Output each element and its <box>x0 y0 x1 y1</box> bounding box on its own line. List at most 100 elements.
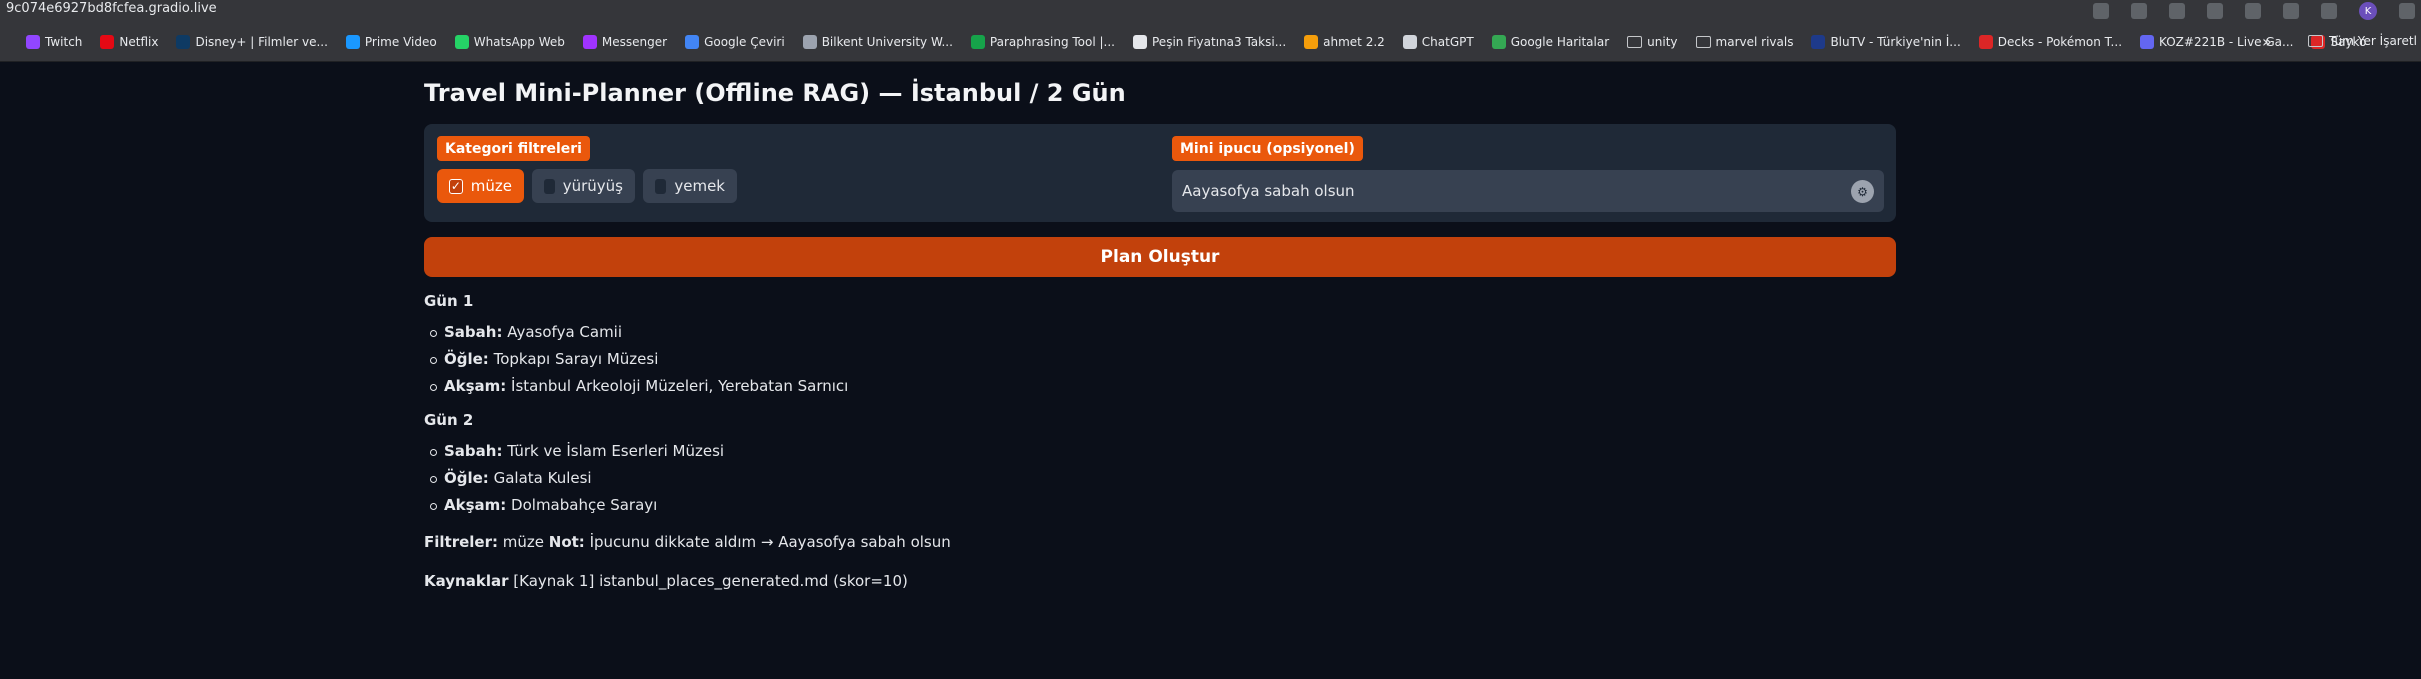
time-slot: Sabah: <box>444 442 503 460</box>
bookmark-label: Prime Video <box>364 34 437 49</box>
browser-address-bar[interactable]: 9c074e6927bd8fcfea.gradio.live K <box>0 0 2421 22</box>
hint-input[interactable]: Aayasofya sabah olsun ⚙ <box>1172 170 1884 212</box>
note-text: İpucunu dikkate aldım → Aayasofya sabah … <box>589 533 951 551</box>
favicon-icon <box>1402 34 1417 49</box>
plan-create-button[interactable]: Plan Oluştur <box>424 237 1896 277</box>
bookmark-item[interactable]: BluTV - Türkiye'nin İ... <box>1811 34 1961 49</box>
menu-icon[interactable] <box>2399 3 2415 19</box>
list-item: Öğle: Topkapı Sarayı Müzesi <box>430 346 1896 373</box>
bookmark-label: KOZ#221B - Live Ga... <box>2159 34 2294 49</box>
url-text[interactable]: 9c074e6927bd8fcfea.gradio.live <box>6 1 217 16</box>
all-bookmarks-label: Tüm Yer İşaretl <box>2329 34 2417 48</box>
favicon-icon <box>345 34 360 49</box>
bookmark-item[interactable]: Twitch <box>26 34 83 49</box>
bookmark-label: Decks - Pokémon T... <box>1997 34 2123 49</box>
favicon-icon <box>1491 34 1506 49</box>
favicon-icon <box>970 34 985 49</box>
hint-input-value: Aayasofya sabah olsun <box>1182 182 1355 200</box>
bookmark-item[interactable]: Messenger <box>582 34 668 49</box>
bookmark-label: Netflix <box>119 34 159 49</box>
favicon-icon <box>176 34 191 49</box>
hint-label: Mini ipucu (opsiyonel) <box>1172 136 1363 161</box>
bookmark-item[interactable]: ahmet 2.2 <box>1304 34 1385 49</box>
favicon-icon <box>26 34 40 49</box>
time-slot: Sabah: <box>444 323 503 341</box>
robot-icon[interactable]: ⚙ <box>1851 180 1874 203</box>
place-name: Türk ve İslam Eserleri Müzesi <box>507 442 725 460</box>
place-name: Dolmabahçe Sarayı <box>511 496 658 514</box>
filter-checkbox-yemek[interactable]: yemek <box>643 169 737 203</box>
bookmark-item[interactable]: marvel rivals <box>1695 34 1794 49</box>
puzzle-icon[interactable] <box>2283 3 2299 19</box>
folder-icon <box>1695 35 1711 48</box>
favicon-icon <box>1133 34 1147 49</box>
bookmark-label: Google Çeviri <box>704 34 785 49</box>
bookmark-item[interactable]: Disney+ | Filmler ve... <box>176 34 328 49</box>
bookmark-label: WhatsApp Web <box>473 34 565 49</box>
folder-icon <box>1627 35 1643 48</box>
star-icon[interactable] <box>2131 3 2147 19</box>
bookmark-item[interactable]: ChatGPT <box>1402 34 1474 49</box>
profile-avatar[interactable]: K <box>2359 2 2377 20</box>
checkbox-icon <box>655 178 667 194</box>
sources-label: Kaynaklar <box>424 572 509 590</box>
bookmark-item[interactable]: WhatsApp Web <box>454 34 565 49</box>
time-slot: Akşam: <box>444 377 507 395</box>
list-item: Sabah: Ayasofya Camii <box>430 319 1896 346</box>
translate-icon[interactable] <box>2093 3 2109 19</box>
day-1-list: Sabah: Ayasofya Camii Öğle: Topkapı Sara… <box>424 319 1896 400</box>
bookmark-item[interactable]: Prime Video <box>345 34 437 49</box>
bookmark-item[interactable]: Bilkent University W... <box>802 34 953 49</box>
time-slot: Öğle: <box>444 469 489 487</box>
extension-icon[interactable] <box>2207 3 2223 19</box>
browser-toolbar-icons: K <box>2093 0 2421 22</box>
favicon-icon <box>802 34 817 49</box>
bookmark-label: ChatGPT <box>1421 34 1474 49</box>
bookmark-item[interactable]: Netflix <box>100 34 159 49</box>
filter-checkbox-yuruyus[interactable]: yürüyüş <box>532 169 635 203</box>
bookmark-label: Twitch <box>45 34 83 49</box>
favicon-icon <box>1978 34 1993 49</box>
list-item: Akşam: Dolmabahçe Sarayı <box>430 492 1896 519</box>
filters-summary-label: Filtreler: <box>424 533 498 551</box>
bookmark-label: Disney+ | Filmler ve... <box>195 34 328 49</box>
checkmark-icon: ✓ <box>449 178 463 194</box>
sidebar-icon[interactable] <box>2321 3 2337 19</box>
list-item: Akşam: İstanbul Arkeoloji Müzeleri, Yere… <box>430 373 1896 400</box>
note-label: Not: <box>548 533 585 551</box>
bookmark-item[interactable]: Google Çeviri <box>685 34 785 49</box>
checkbox-icon <box>544 178 555 194</box>
place-name: Topkapı Sarayı Müzesi <box>493 350 659 368</box>
favicon-icon <box>1304 34 1319 49</box>
filter-checkbox-muze[interactable]: ✓ müze <box>437 169 524 203</box>
extension-icon[interactable] <box>2245 3 2261 19</box>
bookmark-label: Messenger <box>601 34 668 49</box>
favicon-icon <box>2140 34 2155 49</box>
filter-label: yemek <box>674 177 725 195</box>
bookmark-label: Peşin Fiyatına3 Taksi... <box>1152 34 1287 49</box>
bookmark-label: unity <box>1647 34 1678 49</box>
bookmark-item[interactable]: Paraphrasing Tool |... <box>970 34 1115 49</box>
place-name: Galata Kulesi <box>493 469 592 487</box>
bookmark-item[interactable]: Google Haritalar <box>1491 34 1610 49</box>
bookmark-label: Google Haritalar <box>1510 34 1610 49</box>
sources-value: [Kaynak 1] istanbul_places_generated.md … <box>513 572 908 590</box>
bookmark-item[interactable]: Peşin Fiyatına3 Taksi... <box>1133 34 1287 49</box>
bookmark-label: Paraphrasing Tool |... <box>989 34 1115 49</box>
list-item: Sabah: Türk ve İslam Eserleri Müzesi <box>430 438 1896 465</box>
day-2-list: Sabah: Türk ve İslam Eserleri Müzesi Öğl… <box>424 438 1896 519</box>
bookmark-label: marvel rivals <box>1715 34 1794 49</box>
all-bookmarks-button[interactable]: Tüm Yer İşaretl <box>2308 34 2417 48</box>
filter-label: müze <box>470 177 512 195</box>
plan-output: Gün 1 Sabah: Ayasofya Camii Öğle: Topkap… <box>424 291 1896 595</box>
time-slot: Öğle: <box>444 350 489 368</box>
bookmarks-overflow-button[interactable]: » <box>2262 32 2272 51</box>
bookmark-item[interactable]: unity <box>1627 34 1678 49</box>
page-title: Travel Mini-Planner (Offline RAG) — İsta… <box>424 79 1126 107</box>
bookmark-item[interactable]: Decks - Pokémon T... <box>1978 34 2123 49</box>
filters-summary: Filtreler: müze Not: İpucunu dikkate ald… <box>424 529 1896 556</box>
place-name: İstanbul Arkeoloji Müzeleri, Yerebatan S… <box>511 377 849 395</box>
favicon-icon <box>454 34 469 49</box>
extension-icon[interactable] <box>2169 3 2185 19</box>
day-title: Gün 2 <box>424 411 474 429</box>
